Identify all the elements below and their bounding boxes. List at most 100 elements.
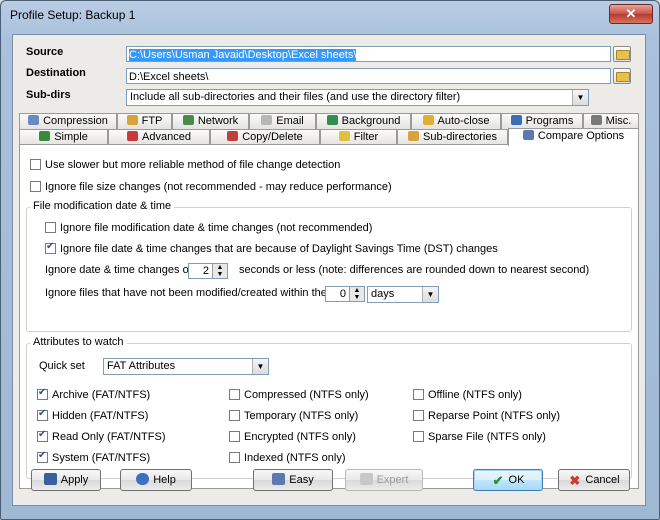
checkbox-label: Read Only (FAT/NTFS) (52, 431, 166, 443)
misc-icon (590, 115, 602, 125)
profile-setup-window: Profile Setup: Backup 1 ✕ Source C:\User… (0, 0, 660, 520)
email-icon (261, 115, 273, 125)
tab-label: Programs (525, 115, 574, 127)
folder-icon (408, 131, 419, 141)
destination-label: Destination (26, 67, 86, 79)
source-label: Source (26, 46, 64, 58)
checkbox[interactable] (37, 429, 48, 442)
filter-icon (338, 131, 350, 141)
tab-programs[interactable]: Programs (501, 113, 583, 129)
checkbox[interactable] (37, 408, 48, 421)
checkbox[interactable] (229, 410, 240, 421)
tab-auto-close[interactable]: Auto-close (411, 113, 501, 129)
checkbox[interactable] (37, 450, 48, 463)
offline-checkbox[interactable]: Offline (NTFS only) (413, 389, 522, 401)
indexed-checkbox[interactable]: Indexed (NTFS only) (229, 452, 345, 464)
destination-input[interactable]: D:\Excel sheets\ (126, 68, 611, 84)
hidden-checkbox[interactable]: Hidden (FAT/NTFS) (37, 408, 148, 422)
date-time-group-title: File modification date & time (30, 200, 175, 212)
checkbox[interactable] (37, 387, 48, 400)
expert-button[interactable]: Expert (345, 469, 423, 491)
tab-compare-options[interactable]: Compare Options (508, 128, 639, 146)
apply-button[interactable]: Apply (31, 469, 101, 491)
network-icon (182, 115, 194, 125)
tab-copy-delete[interactable]: Copy/Delete (210, 129, 320, 145)
checkbox[interactable] (413, 410, 424, 421)
checkbox-label: Ignore file date & time changes that are… (60, 243, 498, 255)
button-label: Cancel (585, 474, 620, 486)
checkbox-label: Use slower but more reliable method of f… (45, 159, 341, 171)
checkbox[interactable] (229, 452, 240, 463)
compressed-checkbox[interactable]: Compressed (NTFS only) (229, 389, 369, 401)
checkbox-label: Indexed (NTFS only) (244, 452, 346, 464)
tab-misc[interactable]: Misc. (583, 113, 639, 129)
archive-checkbox[interactable]: Archive (FAT/NTFS) (37, 387, 150, 401)
ignore-size-checkbox[interactable]: Ignore file size changes (not recommende… (30, 181, 392, 193)
encrypted-checkbox[interactable]: Encrypted (NTFS only) (229, 431, 356, 443)
attributes-group: Attributes to watch Quick set FAT Attrib… (26, 336, 632, 479)
subdirs-label: Sub-dirs (26, 89, 71, 101)
tab-label: Network (197, 115, 239, 127)
ignore-modification-checkbox[interactable]: Ignore file modification date & time cha… (45, 222, 372, 234)
tab-filter[interactable]: Filter (320, 129, 397, 145)
tab-background[interactable]: Background (316, 113, 411, 129)
tab-network[interactable]: Network (172, 113, 249, 129)
tab-compression[interactable]: Compression (19, 113, 117, 129)
temporary-checkbox[interactable]: Temporary (NTFS only) (229, 410, 358, 422)
days-unit-dropdown[interactable]: days ▼ (367, 286, 439, 303)
read-only-checkbox[interactable]: Read Only (FAT/NTFS) (37, 429, 166, 443)
tab-label: Filter (353, 131, 379, 143)
subdirs-dropdown[interactable]: Include all sub-directories and their fi… (126, 89, 589, 106)
checkbox-label: Temporary (NTFS only) (244, 410, 359, 422)
days-stepper[interactable]: 0 ▲ ▼ (325, 286, 365, 302)
tab-label: Auto-close (437, 115, 490, 127)
help-button[interactable]: Help (120, 469, 192, 491)
checkbox[interactable] (30, 181, 41, 192)
tab-label: Misc. (605, 115, 632, 127)
slower-method-checkbox[interactable]: Use slower but more reliable method of f… (30, 159, 340, 171)
compare-options-panel: Use slower but more reliable method of f… (19, 144, 639, 489)
tab-simple[interactable]: Simple (19, 129, 108, 145)
checkbox[interactable] (30, 159, 41, 170)
checkbox[interactable] (413, 389, 424, 400)
tab-label: FTP (141, 115, 163, 127)
compression-icon (28, 115, 40, 125)
quickset-label: Quick set (39, 360, 85, 372)
up-down-arrows-icon[interactable]: ▲ ▼ (349, 287, 364, 301)
checkbox[interactable] (45, 222, 56, 233)
checkbox[interactable] (229, 431, 240, 442)
close-window-button[interactable]: ✕ (609, 4, 653, 24)
tab-advanced[interactable]: Advanced (108, 129, 210, 145)
ftp-icon (126, 115, 138, 125)
checkbox-label: Ignore file size changes (not recommende… (45, 181, 392, 193)
cancel-button[interactable]: ✖ Cancel (558, 469, 630, 491)
easy-button[interactable]: Easy (253, 469, 333, 491)
tab-label: Sub-directories (423, 131, 497, 143)
advanced-icon (127, 131, 139, 141)
button-label: Help (153, 474, 176, 486)
up-down-arrows-icon[interactable]: ▲ ▼ (212, 264, 227, 278)
title-bar[interactable]: Profile Setup: Backup 1 ✕ (1, 1, 659, 31)
checkbox-label: Encrypted (NTFS only) (244, 431, 356, 443)
ignore-dst-checkbox[interactable]: Ignore file date & time changes that are… (45, 241, 498, 255)
checkbox[interactable] (229, 389, 240, 400)
sparse-file-checkbox[interactable]: Sparse File (NTFS only) (413, 431, 546, 443)
checkbox[interactable] (413, 431, 424, 442)
destination-browse-button[interactable] (613, 68, 631, 84)
checkbox[interactable] (45, 241, 56, 254)
source-input[interactable]: C:\Users\Usman Javaid\Desktop\Excel shee… (126, 46, 611, 62)
system-checkbox[interactable]: System (FAT/NTFS) (37, 450, 150, 464)
folder-icon (616, 50, 630, 60)
tab-sub-directories[interactable]: Sub-directories (397, 129, 508, 145)
days-value: 0 (339, 288, 346, 300)
quickset-dropdown[interactable]: FAT Attributes ▼ (103, 358, 269, 375)
tab-label: Simple (54, 131, 88, 143)
tab-email[interactable]: Email (249, 113, 316, 129)
seconds-stepper[interactable]: 2 ▲ ▼ (188, 263, 228, 279)
close-icon: ✖ (569, 473, 581, 488)
tab-ftp[interactable]: FTP (117, 113, 172, 129)
ok-button[interactable]: ✔ OK (473, 469, 543, 491)
source-browse-button[interactable] (613, 46, 631, 62)
checkbox-label: Ignore file modification date & time cha… (60, 222, 373, 234)
reparse-point-checkbox[interactable]: Reparse Point (NTFS only) (413, 410, 560, 422)
